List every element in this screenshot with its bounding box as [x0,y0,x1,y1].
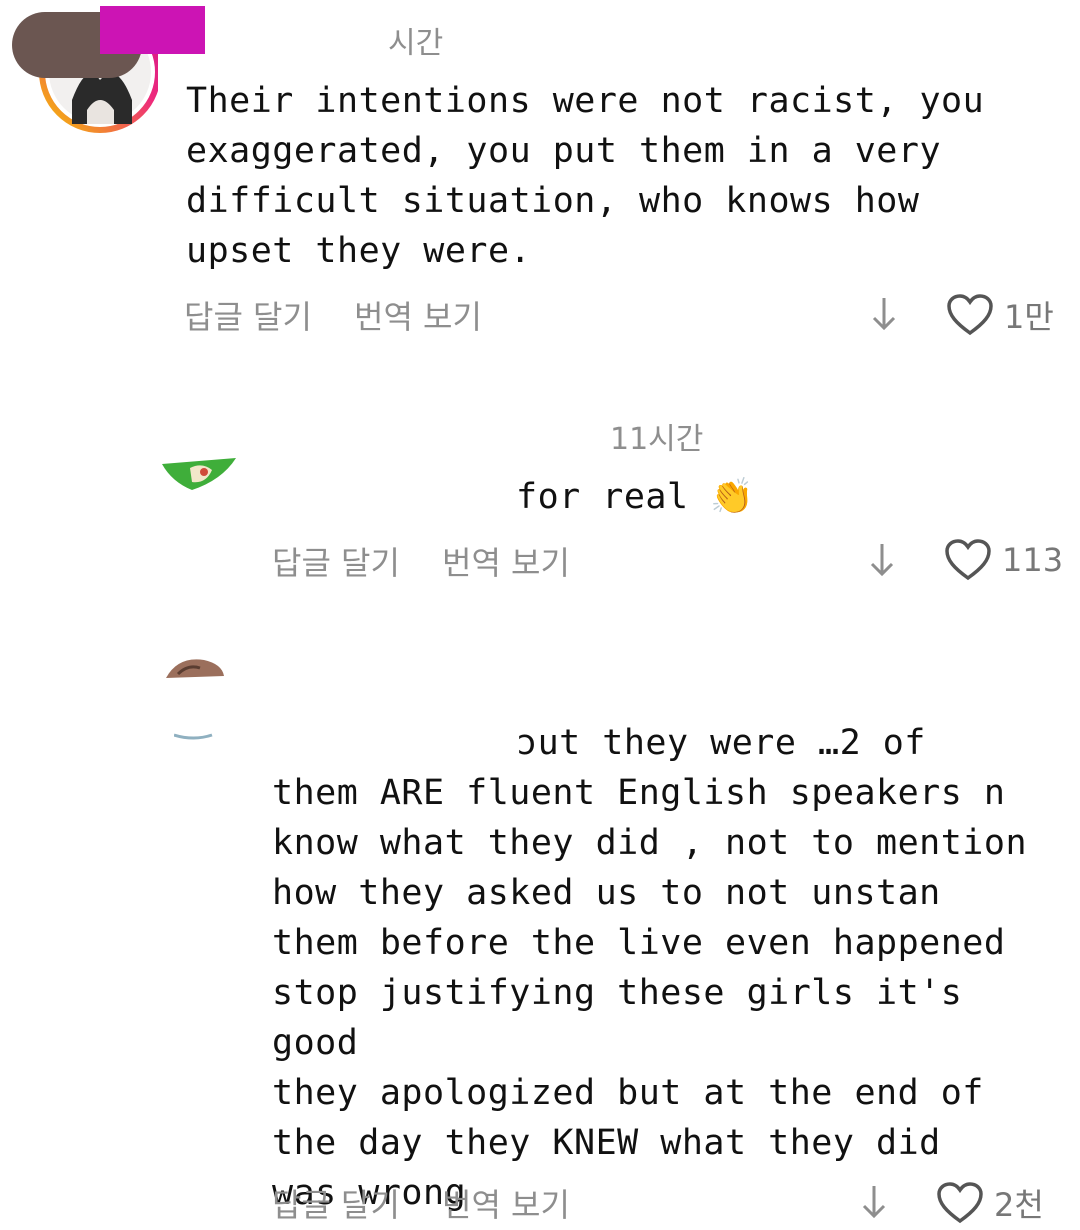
avatar[interactable] [162,458,240,494]
redacted-username [240,450,510,510]
avatar-image-icon [166,659,224,678]
comment-text: them ARE fluent English speakers n know … [272,773,1028,1213]
reply-button[interactable]: 답글 달기 [272,1180,400,1226]
redacted-username [100,6,205,54]
avatar-fragment [173,726,214,740]
avatar[interactable] [164,654,226,680]
avatar-fragment-icon [173,733,213,740]
like-count: 113 [1002,541,1064,579]
like-count: 2천 [994,1186,1044,1224]
like-count: 1만 [1004,298,1054,336]
comment-actions: 답글 달기 번역 보기 2천 [0,1180,1080,1230]
arrow-down-icon[interactable] [864,540,900,580]
translate-button[interactable]: 번역 보기 [442,538,570,584]
heart-outline-icon [947,294,993,336]
arrow-down-icon[interactable] [866,294,902,334]
like-button[interactable]: 1만 [946,292,1054,338]
reply-button[interactable]: 답글 달기 [272,538,400,584]
comment-3: ɔut they were …2 of them ARE fluent Engl… [0,640,1080,1230]
comment-time: 시간 [388,26,444,61]
translate-button[interactable]: 번역 보기 [442,1180,570,1226]
comment-time: 11시간 [610,422,704,457]
reply-button[interactable]: 답글 달기 [184,292,312,338]
heart-outline-icon [945,539,991,581]
comment-actions: 답글 달기 번역 보기 1만 [0,292,1080,342]
heart-outline-icon [937,1182,983,1224]
comment-1: 시간 Their intentions were not racist, you… [0,0,1080,350]
comment-text: Their intentions were not racist, you ex… [186,81,985,271]
like-button[interactable]: 113 [944,538,1063,582]
avatar-image-icon [162,458,236,490]
like-button[interactable]: 2천 [936,1180,1044,1226]
comment-actions: 답글 달기 번역 보기 113 [0,538,1080,588]
translate-button[interactable]: 번역 보기 [354,292,482,338]
arrow-down-icon[interactable] [856,1182,892,1222]
comment-text-first-line: ɔut they were …2 of [516,723,926,763]
comment-2: 11시간 for real 👏 답글 달기 번역 보기 113 [0,400,1080,600]
comment-text: for real 👏 [516,477,755,517]
